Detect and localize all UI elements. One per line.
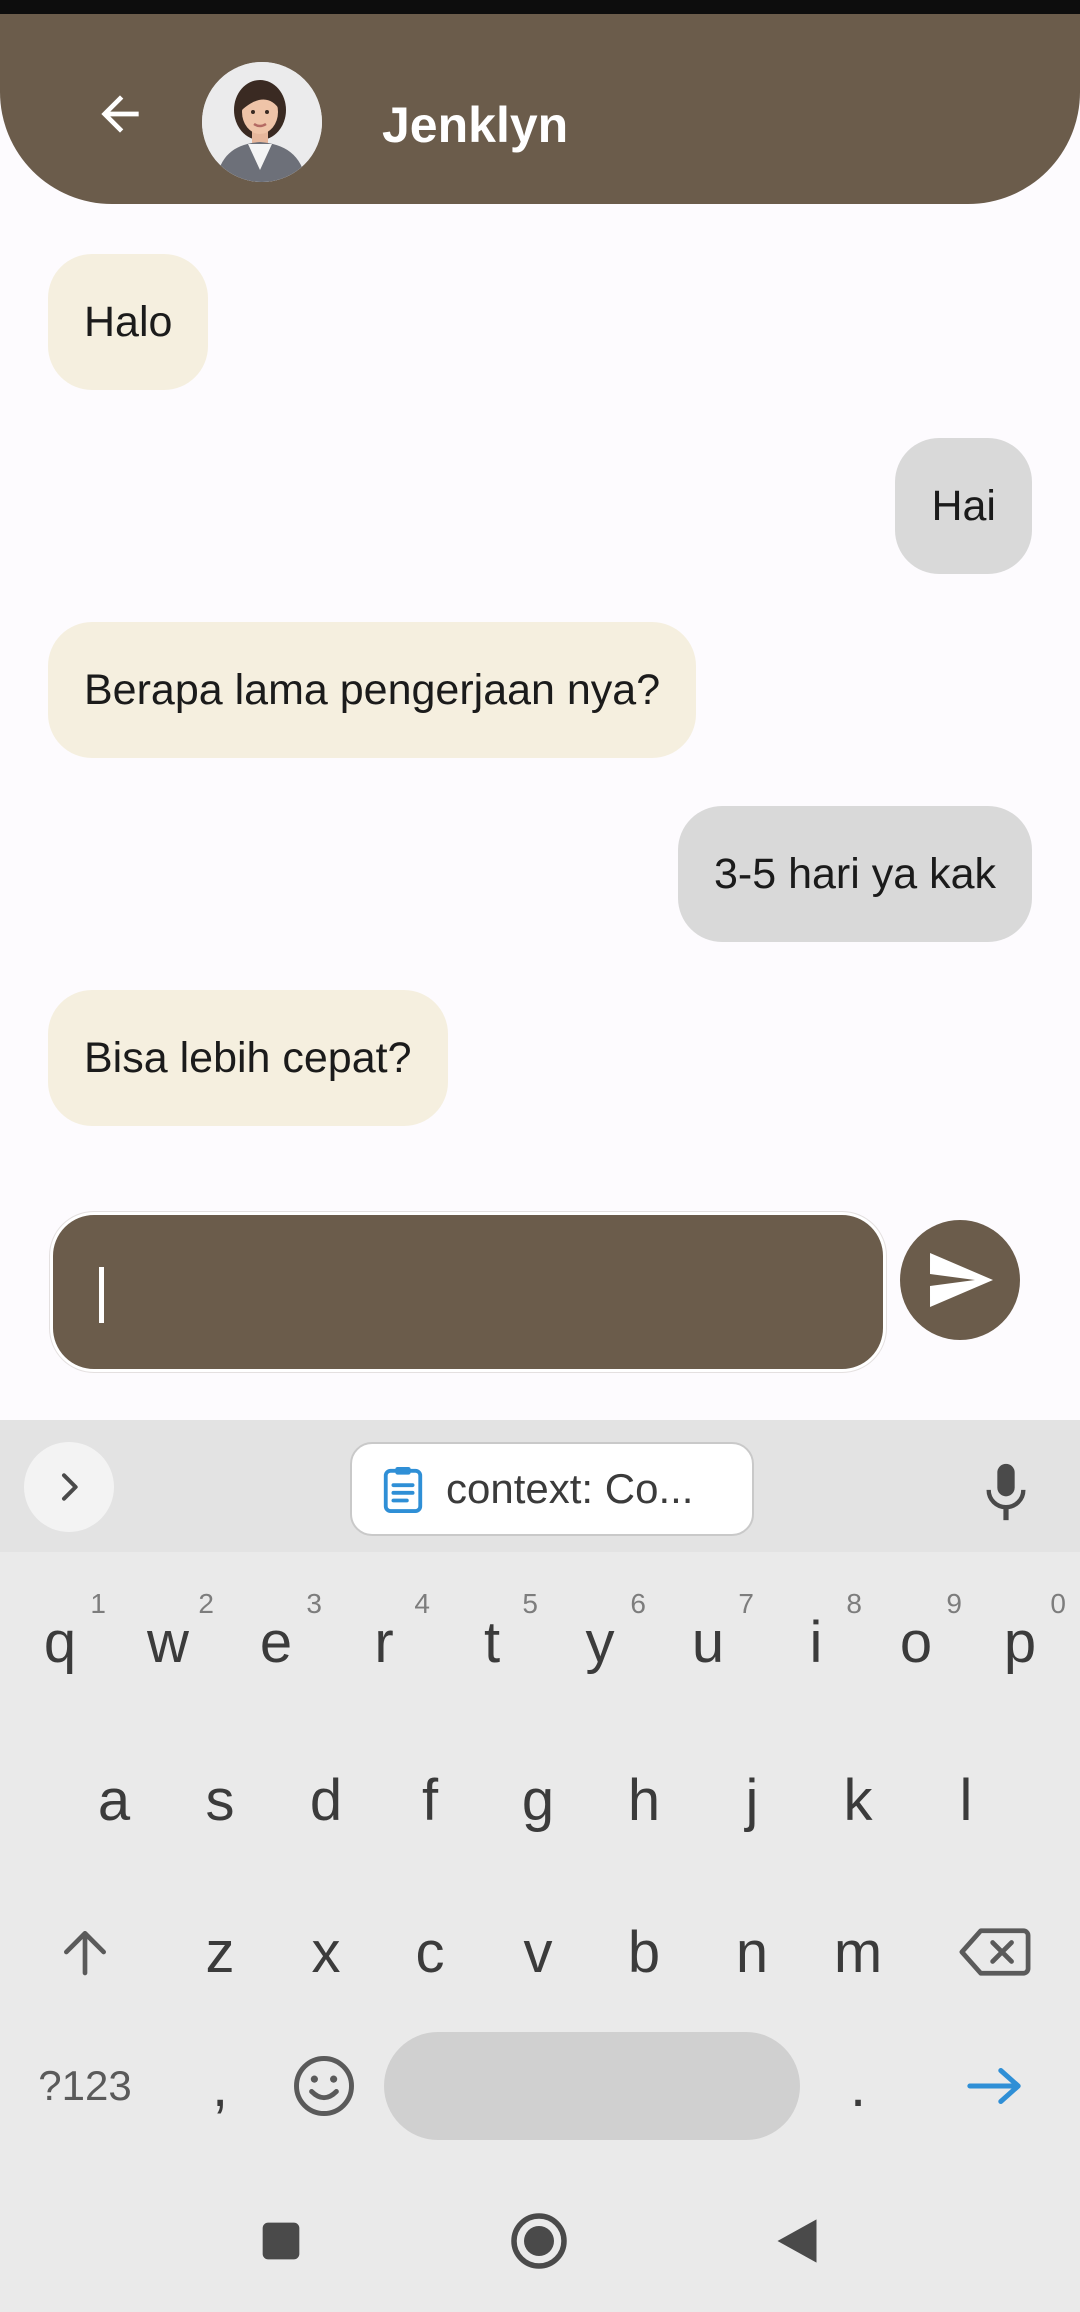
key-hint: 9 bbox=[946, 1588, 962, 1619]
key-z[interactable]: z bbox=[166, 1882, 274, 2022]
key-hint: 3 bbox=[306, 1588, 322, 1619]
key-label: r bbox=[374, 1609, 394, 1675]
triangle-back-icon bbox=[777, 2219, 817, 2263]
key-j[interactable]: j bbox=[698, 1730, 806, 1870]
enter-key[interactable] bbox=[940, 2032, 1050, 2140]
backspace-icon bbox=[959, 1928, 1031, 1976]
shift-icon bbox=[63, 1931, 106, 1976]
clipboard-chip-label: context: Co... bbox=[446, 1465, 694, 1512]
send-icon bbox=[930, 1253, 993, 1307]
key-r[interactable]: r4 bbox=[330, 1582, 438, 1702]
key-hint: 0 bbox=[1050, 1588, 1066, 1619]
arrow-left-icon bbox=[101, 95, 139, 133]
key-q[interactable]: q1 bbox=[6, 1582, 114, 1702]
key-label: w bbox=[147, 1609, 189, 1675]
key-label: t bbox=[483, 1609, 501, 1675]
key-hint: 7 bbox=[738, 1588, 754, 1619]
message-bubble-incoming[interactable]: Halo bbox=[48, 254, 209, 390]
key-w[interactable]: w2 bbox=[114, 1582, 222, 1702]
message-bubble-outgoing[interactable]: 3-5 hari ya kak bbox=[677, 806, 1032, 942]
key-i[interactable]: i8 bbox=[762, 1582, 870, 1702]
message-bubble-incoming[interactable]: Berapa lama pengerjaan nya? bbox=[48, 622, 697, 758]
space-key[interactable] bbox=[384, 2032, 800, 2140]
key-s[interactable]: s bbox=[166, 1730, 274, 1870]
clipboard-icon bbox=[383, 1466, 423, 1513]
keyboard-expand-button[interactable] bbox=[24, 1442, 114, 1532]
key-label: q bbox=[43, 1609, 77, 1675]
key-label: p bbox=[1003, 1609, 1037, 1675]
contact-avatar[interactable] bbox=[202, 62, 322, 182]
message-list: Halo Hai Berapa lama pengerjaan nya? 3-5… bbox=[0, 204, 1080, 1194]
key-label: e bbox=[259, 1609, 293, 1675]
comma-key[interactable]: , bbox=[166, 2032, 274, 2140]
key-t[interactable]: t5 bbox=[438, 1582, 546, 1702]
key-k[interactable]: k bbox=[804, 1730, 912, 1870]
send-button[interactable] bbox=[900, 1220, 1020, 1340]
enter-arrow-icon bbox=[967, 2068, 1021, 2104]
key-y[interactable]: y6 bbox=[546, 1582, 654, 1702]
key-label: y bbox=[585, 1609, 615, 1675]
key-f[interactable]: f bbox=[376, 1730, 484, 1870]
key-hint: 5 bbox=[522, 1588, 538, 1619]
key-x[interactable]: x bbox=[272, 1882, 380, 2022]
home-button[interactable] bbox=[494, 2196, 584, 2286]
key-u[interactable]: u7 bbox=[654, 1582, 762, 1702]
message-input[interactable] bbox=[83, 1215, 863, 1369]
key-n[interactable]: n bbox=[698, 1882, 806, 2022]
system-navigation-bar bbox=[0, 2172, 1080, 2312]
emoji-key[interactable] bbox=[274, 2032, 374, 2140]
key-h[interactable]: h bbox=[590, 1730, 698, 1870]
key-hint: 6 bbox=[630, 1588, 646, 1619]
key-a[interactable]: a bbox=[60, 1730, 168, 1870]
key-l[interactable]: l bbox=[912, 1730, 1020, 1870]
key-b[interactable]: b bbox=[590, 1882, 698, 2022]
back-nav-button[interactable] bbox=[752, 2196, 842, 2286]
backspace-key[interactable] bbox=[940, 1882, 1050, 2022]
shift-key[interactable] bbox=[30, 1882, 140, 2022]
emoji-icon bbox=[294, 2056, 354, 2116]
message-bubble-outgoing[interactable]: Hai bbox=[895, 438, 1032, 574]
status-bar bbox=[0, 0, 1080, 14]
key-hint: 4 bbox=[414, 1588, 430, 1619]
square-icon bbox=[262, 2222, 300, 2260]
recents-button[interactable] bbox=[236, 2196, 326, 2286]
message-bubble-incoming[interactable]: Bisa lebih cepat? bbox=[48, 990, 448, 1126]
key-o[interactable]: o9 bbox=[862, 1582, 970, 1702]
key-v[interactable]: v bbox=[484, 1882, 592, 2022]
back-button[interactable] bbox=[80, 74, 160, 154]
key-g[interactable]: g bbox=[484, 1730, 592, 1870]
text-caret bbox=[99, 1267, 104, 1323]
message-composer[interactable] bbox=[50, 1212, 886, 1372]
key-e[interactable]: e3 bbox=[222, 1582, 330, 1702]
key-label: o bbox=[899, 1609, 933, 1675]
avatar-portrait bbox=[202, 62, 322, 182]
key-label: i bbox=[809, 1609, 823, 1675]
voice-input-button[interactable] bbox=[966, 1452, 1046, 1532]
key-hint: 8 bbox=[846, 1588, 862, 1619]
key-hint: 2 bbox=[198, 1588, 214, 1619]
chat-header: Jenklyn bbox=[0, 14, 1080, 204]
chevron-right-icon bbox=[62, 1473, 78, 1501]
keyboard-toolbar: context: Co... bbox=[0, 1420, 1080, 1552]
period-key[interactable]: . bbox=[804, 2032, 912, 2140]
key-p[interactable]: p0 bbox=[966, 1582, 1074, 1702]
key-label: u bbox=[691, 1609, 725, 1675]
home-circle-icon bbox=[511, 2213, 567, 2269]
contact-name: Jenklyn bbox=[382, 97, 569, 153]
microphone-icon bbox=[986, 1463, 1026, 1521]
symbols-key[interactable]: ?123 bbox=[20, 2032, 150, 2140]
key-m[interactable]: m bbox=[804, 1882, 912, 2022]
key-d[interactable]: d bbox=[272, 1730, 380, 1870]
key-hint: 1 bbox=[90, 1588, 106, 1619]
key-c[interactable]: c bbox=[376, 1882, 484, 2022]
clipboard-suggestion-chip[interactable]: context: Co... bbox=[350, 1442, 754, 1536]
